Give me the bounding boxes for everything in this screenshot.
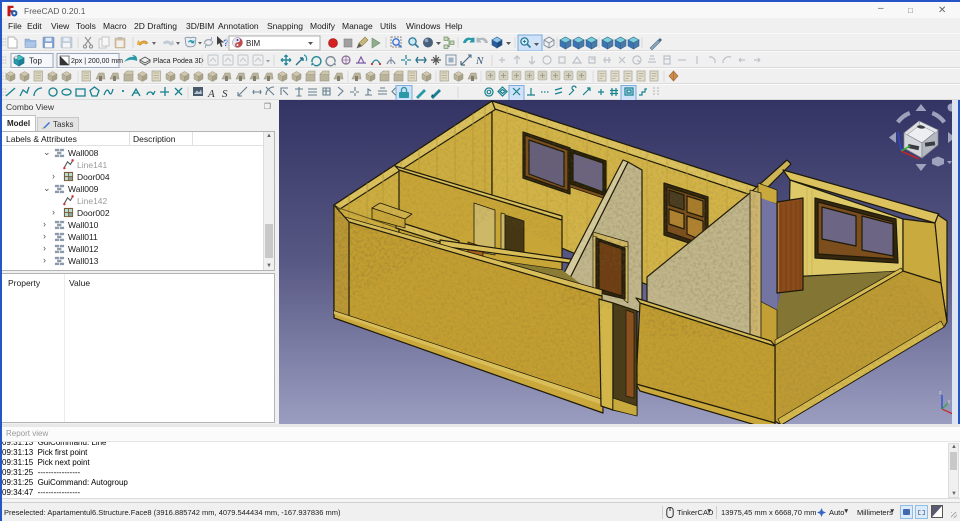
svg-text:N: N — [475, 55, 484, 67]
svg-text:A: A — [207, 88, 215, 100]
svg-text:Top: Top — [29, 57, 42, 66]
svg-text:S: S — [222, 88, 228, 100]
svg-text:BIM: BIM — [246, 39, 261, 48]
svg-text:?: ? — [223, 38, 229, 48]
svg-text:2px | 200,00 mm: 2px | 200,00 mm — [71, 58, 123, 65]
svg-text:Placa Podea 3D: Placa Podea 3D — [153, 58, 204, 65]
